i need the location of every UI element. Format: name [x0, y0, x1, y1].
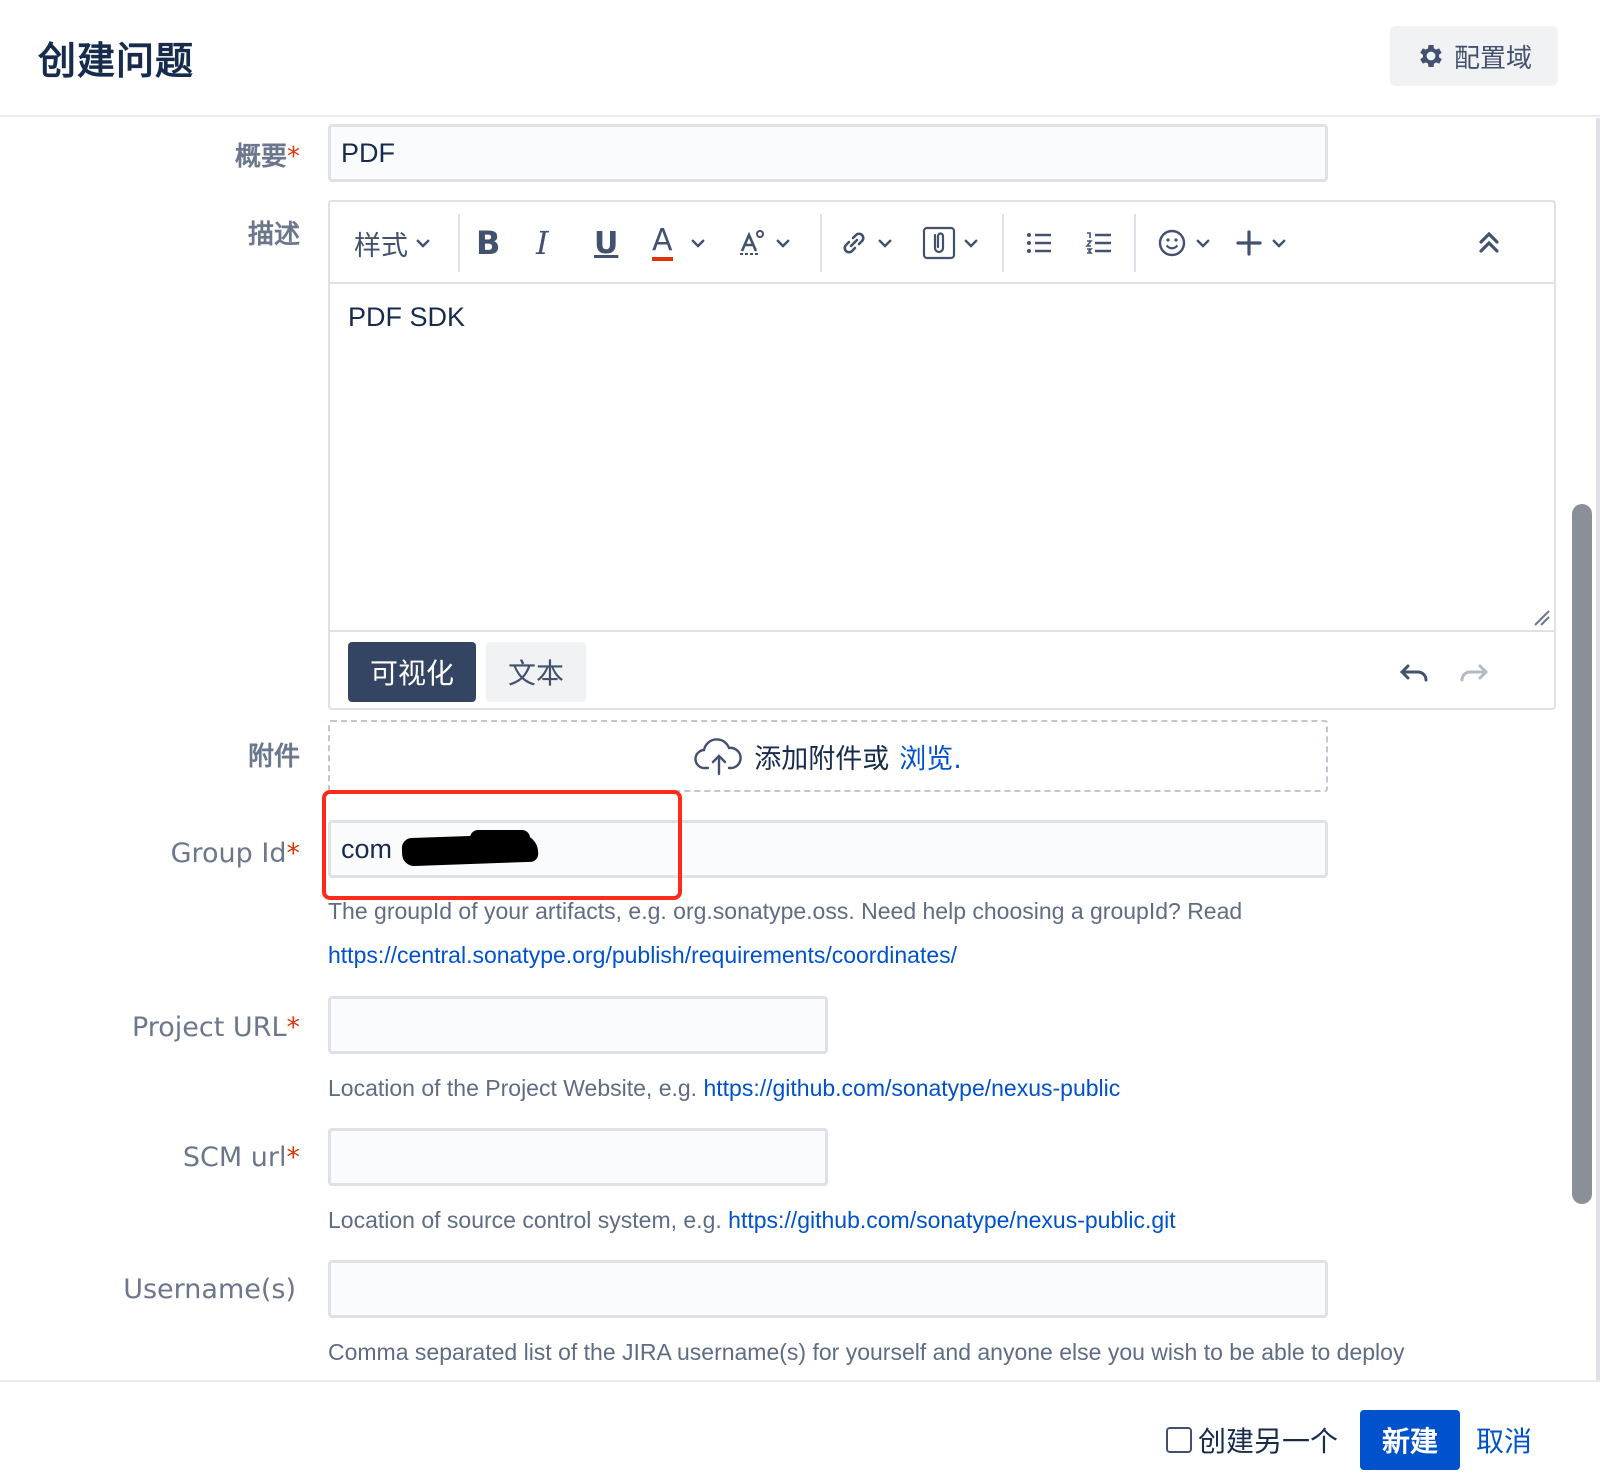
project-url-input[interactable] [328, 996, 828, 1054]
italic-button[interactable]: I [536, 222, 549, 264]
dialog-edge [1596, 118, 1600, 1380]
scm-url-example-link[interactable]: https://github.com/sonatype/nexus-public… [728, 1207, 1175, 1233]
text-effects-icon [740, 230, 764, 255]
configure-fields-button[interactable]: 配置域 [1390, 26, 1558, 86]
configure-fields-label: 配置域 [1453, 43, 1532, 74]
browse-link[interactable]: 浏览. [899, 737, 962, 776]
double-chevron-up-icon [1479, 231, 1499, 253]
undo-icon[interactable] [1398, 658, 1432, 688]
dialog-header: 创建问题 配置域 [0, 0, 1600, 117]
cancel-button[interactable]: 取消 [1476, 1420, 1532, 1460]
text-color-glyph: A [652, 225, 673, 261]
redo-icon[interactable] [1456, 658, 1490, 688]
plus-icon [1236, 230, 1262, 256]
usernames-help: Comma separated list of the JIRA usernam… [328, 1339, 1405, 1365]
scrollbar-thumb[interactable] [1572, 504, 1592, 1204]
annotation-highlight-box [322, 790, 682, 900]
text-color-button[interactable]: A [652, 222, 707, 264]
chevron-down-icon [1272, 239, 1286, 248]
toolbar-separator [1134, 214, 1136, 272]
create-button[interactable]: 新建 [1360, 1410, 1460, 1470]
description-body[interactable]: PDF SDK [348, 302, 465, 333]
group-id-label: Group Id* [170, 838, 300, 869]
description-label: 描述 [247, 220, 300, 250]
underline-glyph: U [594, 225, 619, 261]
chevron-down-icon [964, 239, 978, 248]
attachment-drop-text: 添加附件或 [754, 743, 890, 775]
numbered-list-icon [1085, 232, 1111, 254]
numbered-list-button[interactable] [1084, 222, 1114, 264]
group-id-help-link-row: https://central.sonatype.org/publish/req… [328, 942, 957, 969]
coordinates-link[interactable]: https://central.sonatype.org/publish/req… [328, 942, 957, 968]
scm-url-help: Location of source control system, e.g. … [328, 1207, 1176, 1233]
create-another-checkbox[interactable] [1166, 1427, 1192, 1453]
visual-mode-tab[interactable]: 可视化 [348, 642, 476, 702]
scm-url-input[interactable] [328, 1128, 828, 1186]
project-url-help: Location of the Project Website, e.g. ht… [328, 1075, 1121, 1101]
bold-button[interactable]: B [476, 222, 500, 264]
chevron-down-icon [878, 239, 892, 248]
gear-icon [1420, 45, 1442, 67]
text-effects-button[interactable] [736, 222, 792, 264]
italic-glyph: I [536, 224, 549, 262]
summary-label: 概要* [234, 142, 300, 172]
description-editor: 样式 B I U A PDF SDK 可视化 文本 [328, 200, 1556, 710]
emoji-button[interactable] [1156, 222, 1212, 264]
summary-input[interactable]: PDF [328, 124, 1328, 182]
create-another-toggle[interactable]: 创建另一个 [1166, 1420, 1338, 1460]
toolbar-separator [820, 214, 822, 272]
attachment-button[interactable] [922, 222, 980, 264]
create-another-label: 创建另一个 [1198, 1425, 1339, 1458]
attachment-dropzone[interactable]: 添加附件或 浏览. [328, 720, 1328, 792]
project-url-example-link[interactable]: https://github.com/sonatype/nexus-public [703, 1075, 1120, 1101]
bullet-list-button[interactable] [1024, 222, 1054, 264]
scm-url-label: SCM url* [182, 1142, 300, 1173]
style-dropdown-label: 样式 [354, 230, 408, 262]
usernames-label: Username(s) [123, 1274, 296, 1305]
dialog-title: 创建问题 [38, 39, 195, 83]
summary-value: PDF [341, 137, 395, 168]
style-dropdown[interactable]: 样式 [354, 222, 432, 264]
toolbar-separator [458, 214, 460, 272]
usernames-input[interactable] [328, 1260, 1328, 1318]
dialog-footer: 创建另一个 新建 取消 [0, 1380, 1600, 1482]
group-id-help: The groupId of your artifacts, e.g. org.… [328, 898, 1243, 924]
bullet-list-icon [1027, 233, 1051, 253]
project-url-label: Project URL* [131, 1012, 300, 1043]
chevron-down-icon [691, 239, 704, 248]
bold-glyph: B [476, 224, 501, 262]
resize-handle-icon[interactable] [1532, 608, 1550, 626]
chevron-down-icon [776, 239, 790, 248]
editor-footer: 可视化 文本 [330, 630, 1554, 710]
editor-toolbar: 样式 B I U A [330, 202, 1554, 284]
insert-more-button[interactable] [1234, 222, 1288, 264]
attachment-label: 附件 [247, 742, 300, 772]
underline-button[interactable]: U [594, 222, 618, 264]
paperclip-icon [922, 226, 956, 260]
link-icon [843, 232, 865, 254]
link-button[interactable] [838, 222, 894, 264]
toolbar-separator [1002, 214, 1004, 272]
smiley-icon [1158, 229, 1186, 257]
collapse-toolbar-button[interactable] [1476, 222, 1502, 264]
text-mode-tab[interactable]: 文本 [486, 642, 586, 702]
cloud-upload-icon [694, 738, 742, 776]
chevron-down-icon [1196, 239, 1210, 248]
chevron-down-icon [416, 239, 430, 248]
